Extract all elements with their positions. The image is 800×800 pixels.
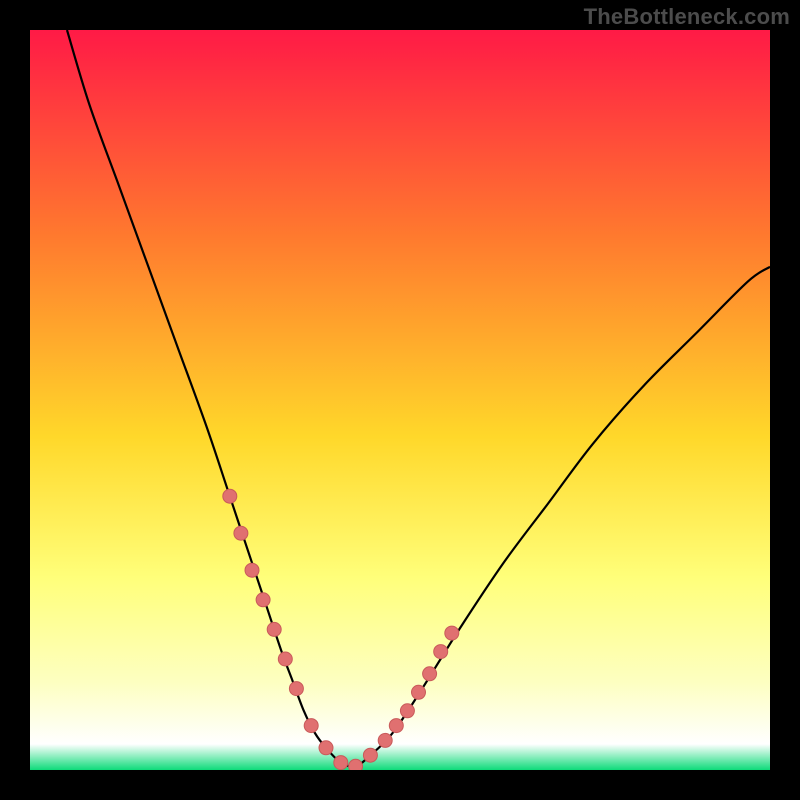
marker-point (389, 719, 403, 733)
bottleneck-chart (30, 30, 770, 770)
marker-point (445, 626, 459, 640)
gradient-background (30, 30, 770, 770)
plot-area (30, 30, 770, 770)
marker-point (349, 759, 363, 770)
marker-point (319, 741, 333, 755)
marker-point (378, 733, 392, 747)
marker-point (289, 682, 303, 696)
marker-point (363, 748, 377, 762)
marker-point (223, 489, 237, 503)
marker-point (278, 652, 292, 666)
marker-point (245, 563, 259, 577)
marker-point (304, 719, 318, 733)
marker-point (256, 593, 270, 607)
marker-point (434, 645, 448, 659)
chart-frame: TheBottleneck.com (0, 0, 800, 800)
marker-point (412, 685, 426, 699)
marker-point (267, 622, 281, 636)
marker-point (400, 704, 414, 718)
marker-point (423, 667, 437, 681)
watermark-text: TheBottleneck.com (584, 4, 790, 30)
marker-point (334, 756, 348, 770)
marker-point (234, 526, 248, 540)
